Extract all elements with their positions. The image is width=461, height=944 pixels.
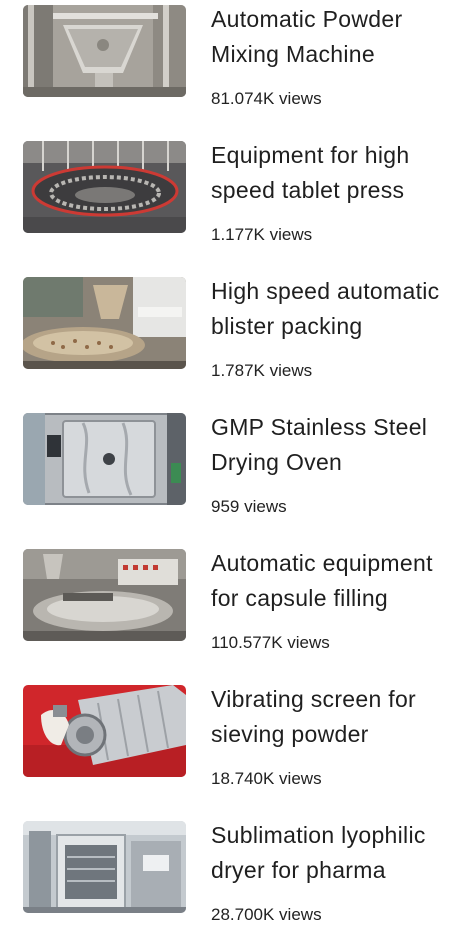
video-item[interactable]: Vibrating screen for sieving powder 18.7… (0, 680, 461, 808)
view-count: 110.577K views (211, 633, 330, 652)
video-item[interactable]: Automatic equipment for capsule filling … (0, 544, 461, 672)
video-title[interactable]: High speed automatic blister packing (211, 274, 449, 344)
video-title[interactable]: Equipment for high speed tablet press (211, 138, 449, 208)
video-thumbnail[interactable] (23, 5, 186, 97)
rotary-press-thumbnail-icon (23, 141, 186, 233)
view-count: 81.074K views (211, 89, 322, 108)
video-thumbnail[interactable] (23, 821, 186, 913)
video-thumbnail[interactable] (23, 685, 186, 777)
video-item[interactable]: Equipment for high speed tablet press 1.… (0, 136, 461, 264)
video-item[interactable]: GMP Stainless Steel Drying Oven 959 view… (0, 408, 461, 536)
capsule-filler-thumbnail-icon (23, 549, 186, 641)
powder-mixer-thumbnail-icon (23, 5, 186, 97)
video-thumbnail[interactable] (23, 141, 186, 233)
view-count: 1.787K views (211, 361, 313, 380)
view-count: 1.177K views (211, 225, 313, 244)
drying-oven-thumbnail-icon (23, 413, 186, 505)
vibrating-screen-thumbnail-icon (23, 685, 186, 777)
video-list: Automatic Powder Mixing Machine 81.074K … (0, 0, 461, 925)
video-title[interactable]: Automatic equipment for capsule filling (211, 546, 449, 616)
video-title[interactable]: Sublimation lyophilic dryer for pharma (211, 818, 449, 888)
video-thumbnail[interactable] (23, 277, 186, 369)
lyophilic-dryer-thumbnail-icon (23, 821, 186, 913)
video-title[interactable]: Vibrating screen for sieving powder (211, 682, 449, 752)
view-count: 959 views (211, 497, 287, 516)
blister-machine-thumbnail-icon (23, 277, 186, 369)
video-item[interactable]: High speed automatic blister packing 1.7… (0, 272, 461, 400)
video-item[interactable]: Automatic Powder Mixing Machine 81.074K … (0, 0, 461, 128)
video-title[interactable]: GMP Stainless Steel Drying Oven (211, 410, 449, 480)
video-thumbnail[interactable] (23, 413, 186, 505)
video-title[interactable]: Automatic Powder Mixing Machine (211, 2, 449, 72)
view-count: 18.740K views (211, 769, 322, 788)
video-thumbnail[interactable] (23, 549, 186, 641)
view-count: 28.700K views (211, 905, 322, 924)
